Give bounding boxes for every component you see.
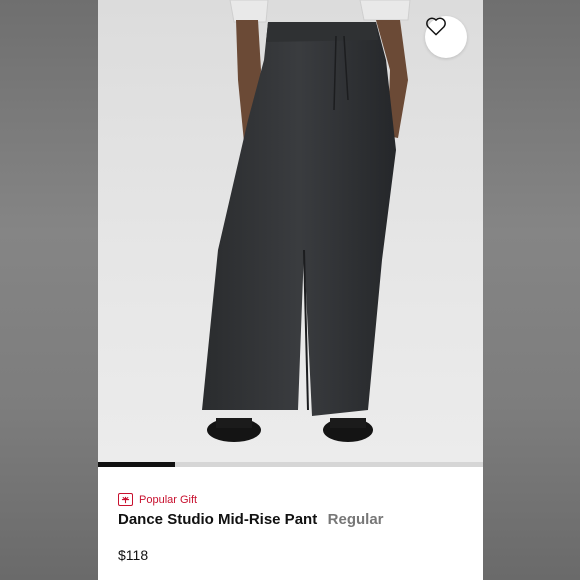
background-right xyxy=(483,0,580,580)
product-image[interactable] xyxy=(98,0,483,466)
gallery-progress-fill xyxy=(98,462,175,467)
product-fit: Regular xyxy=(327,511,384,528)
product-title[interactable]: Dance Studio Mid-Rise Pant xyxy=(118,511,317,528)
product-price: $118 xyxy=(118,547,149,563)
badge-label: Popular Gift xyxy=(139,493,198,506)
product-card: Popular Gift Dance Studio Mid-Rise Pant … xyxy=(98,0,483,580)
popular-gift-badge: Popular Gift xyxy=(118,493,197,506)
gift-icon xyxy=(118,493,133,506)
background-left xyxy=(0,0,98,580)
gallery-progress xyxy=(98,462,483,467)
product-title-row[interactable]: Dance Studio Mid-Rise Pant Regular xyxy=(118,511,384,529)
product-illustration xyxy=(202,0,411,442)
favorite-button[interactable] xyxy=(425,16,467,58)
